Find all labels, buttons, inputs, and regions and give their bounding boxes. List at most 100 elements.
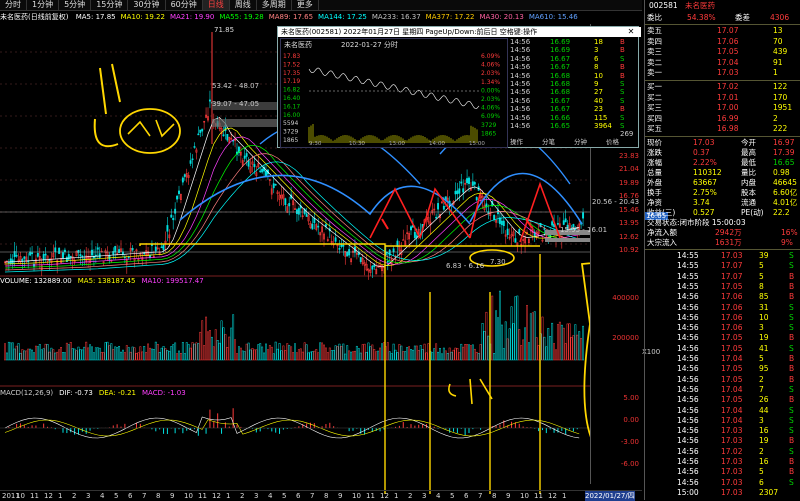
volume-bar <box>127 347 130 361</box>
tab-timeframe[interactable]: 1分钟 <box>27 0 60 10</box>
volume-bar <box>44 343 47 361</box>
volume-bar <box>357 348 360 361</box>
volume-bar <box>421 349 424 361</box>
candle-body <box>413 232 416 238</box>
tick-price: 17.05 <box>721 333 743 343</box>
candle-body <box>272 183 275 189</box>
trade-vol: 10 <box>594 71 603 80</box>
tab-timeframe[interactable]: 15分钟 <box>91 0 129 10</box>
volume-bar <box>21 349 24 361</box>
price-tick: 15.46 <box>618 205 639 214</box>
candle-body <box>435 216 438 219</box>
volume-bar <box>444 350 447 361</box>
tab-timeframe[interactable]: 周线 <box>230 0 257 10</box>
trade-side: B <box>620 46 625 55</box>
tick-row: 14:56 17.06 85 B <box>645 292 800 302</box>
popup-tab[interactable]: 分笔 <box>542 138 555 146</box>
volume-bar <box>52 349 55 361</box>
volume-bar <box>392 343 395 361</box>
ma-value: MA30: 20.13 <box>479 13 524 21</box>
ma-value: MA377: 17.22 <box>425 13 475 21</box>
bid-volume: 2 <box>773 113 778 123</box>
popup-tab[interactable]: 分钟 <box>574 138 587 146</box>
ask-price: 17.03 <box>717 68 739 77</box>
popup-price-tick: 17.19 <box>283 78 300 85</box>
candle-body <box>54 247 57 253</box>
volume-bar <box>247 342 250 361</box>
volume-bar <box>23 350 26 361</box>
volume-bar <box>282 345 285 361</box>
stat-label: 量比 <box>741 168 756 177</box>
tab-timeframe[interactable]: 分时 <box>0 0 27 10</box>
trade-side: S <box>620 113 625 122</box>
volume-bar <box>338 343 341 361</box>
volume-bar <box>191 342 194 361</box>
ask-row: 卖三 17.05 439 <box>645 47 800 57</box>
price-tick: 23.83 <box>618 151 639 160</box>
price-tick: 10.92 <box>618 246 639 254</box>
intraday-price-line <box>308 67 480 109</box>
volume-bar <box>17 343 20 361</box>
stat-row: 总量 110312 量比 0.98 <box>645 168 800 178</box>
intraday-popup[interactable]: 未名医药(002581) 2022年01月27日 星期四 PageUp/Down… <box>277 26 641 148</box>
volume-bar <box>551 322 554 361</box>
volume-bar <box>156 344 159 361</box>
close-icon[interactable]: ✕ <box>626 27 636 37</box>
tab-timeframe[interactable]: 日线 <box>202 0 230 10</box>
bid-price: 16.99 <box>717 113 739 123</box>
volume-bar <box>379 347 382 361</box>
volume-bar <box>468 344 470 361</box>
volume-bar <box>352 351 354 361</box>
trade-price: 16.68 <box>550 71 571 80</box>
bid-label: 买二 <box>647 92 662 102</box>
tick-side: B <box>789 457 795 466</box>
bid-row: 买五 16.98 222 <box>645 124 800 134</box>
flow-row: 大宗流入 1631万 9% <box>645 238 800 248</box>
volume-bar <box>518 329 521 361</box>
volume-bar <box>510 306 513 361</box>
candle-body <box>493 214 496 220</box>
volume-bar <box>241 350 244 361</box>
intraday-chart[interactable]: 未名医药 2022-01-27 分时 17.8317.52 17.3517.19 16.… <box>280 38 508 148</box>
volume-bar <box>60 347 63 361</box>
trade-time: 14:56 <box>510 96 531 105</box>
trade-row: 14:56 16.69 18 B <box>508 38 636 46</box>
volume-bar <box>27 348 30 361</box>
volume-bar <box>408 346 411 361</box>
tick-side: B <box>789 281 795 291</box>
trade-side: B <box>620 38 625 46</box>
tab-timeframe[interactable]: 更多 <box>292 0 319 10</box>
tick-price: 17.06 <box>721 302 743 312</box>
candle-body <box>410 226 412 231</box>
candle-body <box>468 177 470 185</box>
tick-volume: 3 <box>759 323 764 333</box>
popup-time-tick: 15:00 <box>469 141 485 147</box>
trade-side: S <box>620 96 625 105</box>
trade-row: 14:56 16.68 10 B <box>508 72 636 80</box>
candle-body <box>402 239 405 241</box>
trade-phase-row: 交易状态:闭市阶段 15:00:03 <box>645 218 800 228</box>
volume-bar <box>423 343 426 361</box>
volume-bar <box>207 331 209 361</box>
tab-timeframe[interactable]: 多周期 <box>257 0 292 10</box>
tick-time: 14:56 <box>677 333 699 343</box>
volume-bar <box>491 295 494 361</box>
trade-price: 16.67 <box>550 63 571 72</box>
popup-tab[interactable]: 操作 <box>510 138 523 146</box>
trade-price: 16.68 <box>550 80 571 88</box>
volume-bar <box>396 352 399 361</box>
volume-bar <box>147 343 150 361</box>
tab-timeframe[interactable]: 60分钟 <box>166 0 203 10</box>
ma-value: MA5: 17.85 <box>75 13 116 21</box>
tick-price: 17.03 <box>721 467 743 477</box>
popup-tab[interactable]: 价格 <box>606 138 619 146</box>
volume-bar <box>558 321 561 361</box>
tab-timeframe[interactable]: 5分钟 <box>59 0 92 10</box>
stat-row: 涨跌 0.37 最高 17.39 <box>645 148 800 158</box>
ask-label: 卖一 <box>647 68 662 77</box>
volume-bar <box>255 349 258 361</box>
trade-row: 14:56 16.67 8 B <box>508 63 636 71</box>
tab-timeframe[interactable]: 30分钟 <box>128 0 166 10</box>
volume-bar <box>154 341 157 361</box>
candle-body <box>342 245 345 247</box>
